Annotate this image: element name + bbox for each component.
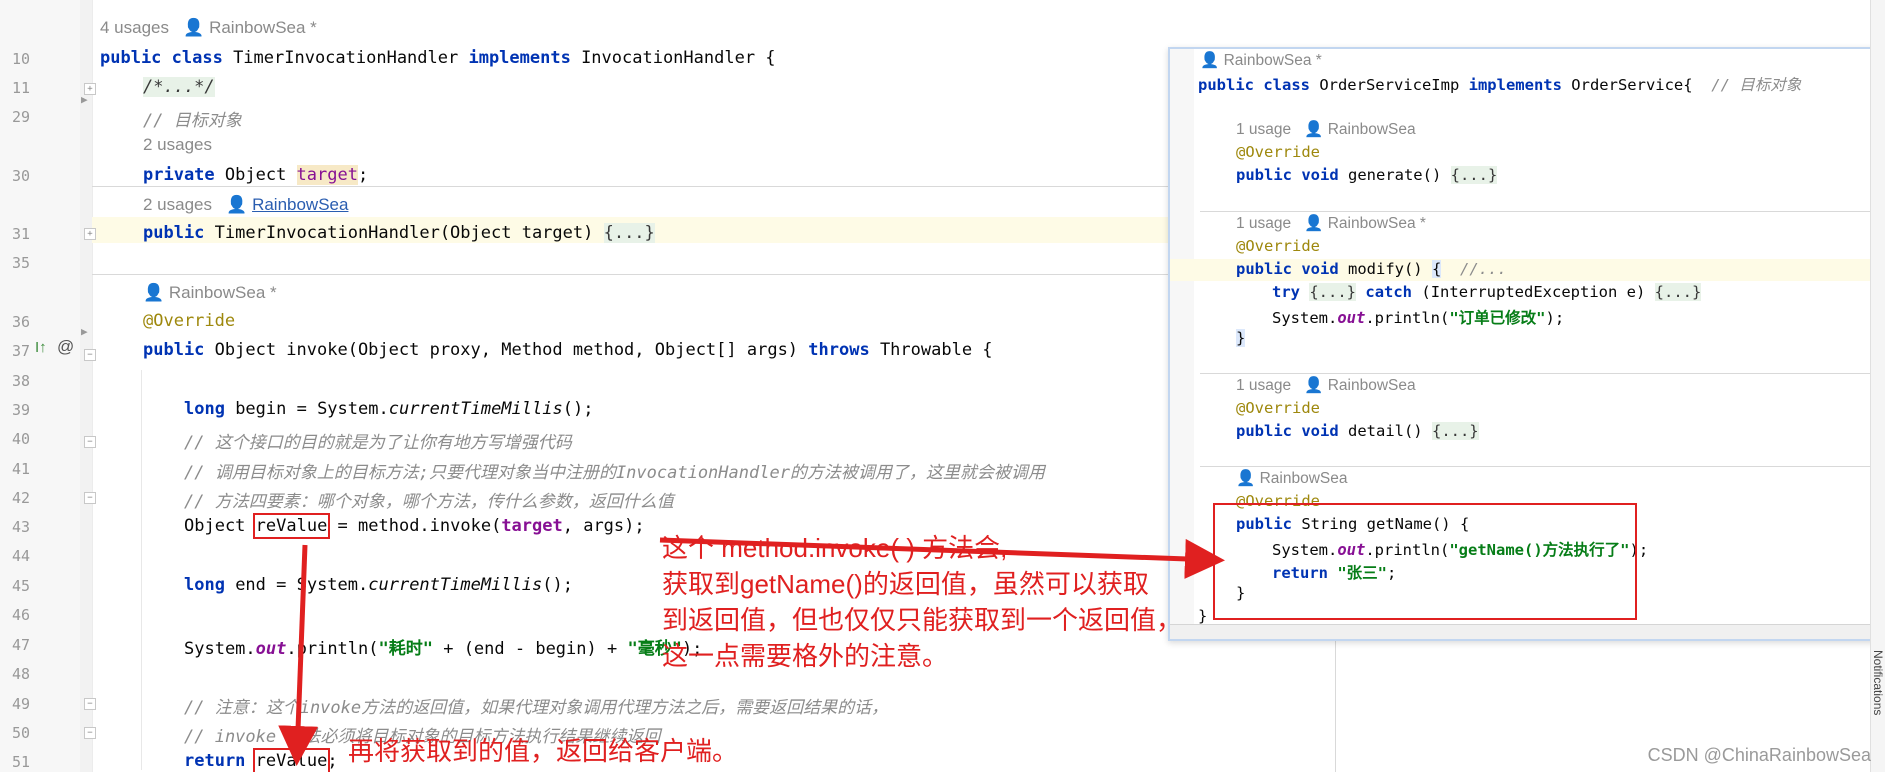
author-hint: 👤 RainbowSea *	[1200, 52, 1322, 69]
code-line-31[interactable]: public TimerInvocationHandler(Object tar…	[143, 223, 655, 243]
line-number[interactable]: 39	[0, 401, 30, 419]
revalue-return-variable[interactable]: reValue	[252, 748, 331, 772]
popup-method-detail[interactable]: public void detail() {...}	[1236, 422, 1479, 440]
line-number[interactable]: 10	[0, 50, 30, 68]
indent-guide	[141, 370, 142, 770]
code-line-49[interactable]: // 注意：这个invoke方法的返回值，如果代理对象调用代理方法之后，需要返回…	[184, 693, 888, 718]
notifications-tab[interactable]: Notifications	[1870, 650, 1885, 715]
fold-toggle-icon[interactable]: −	[84, 698, 96, 710]
return-to-client-note: 再将获取到的值，返回给客户端。	[348, 736, 739, 766]
line-number[interactable]: 46	[0, 606, 30, 624]
line-number[interactable]: 45	[0, 577, 30, 595]
getname-highlight-box	[1213, 503, 1637, 620]
popup-close-brace: }	[1236, 329, 1246, 347]
code-line-40[interactable]: // 这个接口的目的就是为了让你有地方写增强代码	[184, 428, 572, 453]
author-link[interactable]: RainbowSea	[252, 195, 348, 214]
fold-toggle-icon[interactable]: +	[84, 228, 96, 240]
code-line-51[interactable]: return reValue;	[184, 748, 338, 772]
line-number[interactable]: 35	[0, 254, 30, 272]
line-number[interactable]: 51	[0, 753, 30, 771]
code-line-36[interactable]: @Override	[143, 311, 235, 331]
fold-arrow-icon[interactable]: ▶	[81, 325, 88, 338]
watermark: CSDN @ChinaRainbowSea	[1647, 745, 1871, 765]
code-line-37[interactable]: public Object invoke(Object proxy, Metho…	[143, 340, 993, 360]
code-line-10[interactable]: public class TimerInvocationHandler impl…	[100, 48, 776, 68]
code-line-42[interactable]: // 方法四要素：哪个对象，哪个方法，传什么参数，返回什么值	[184, 487, 674, 512]
line-number[interactable]: 31	[0, 225, 30, 243]
line-number[interactable]: 37	[0, 342, 30, 360]
usages-hint[interactable]: 1 usage 👤 RainbowSea	[1236, 120, 1416, 139]
line-number[interactable]: 43	[0, 518, 30, 536]
line-number[interactable]: 11	[0, 79, 30, 97]
line-number[interactable]: 41	[0, 460, 30, 478]
author-hint: 👤 RainbowSea *	[143, 283, 277, 302]
popup-method-modify[interactable]: public void modify() { //...	[1236, 260, 1507, 278]
annotation-gutter-icon[interactable]: @	[57, 337, 74, 357]
code-line-41[interactable]: // 调用目标对象上的目标方法;只要代理对象当中注册的InvocationHan…	[184, 458, 1045, 483]
code-line-30[interactable]: private Object target;	[143, 165, 368, 185]
author-hint: 👤 RainbowSea	[1236, 470, 1348, 487]
fold-toggle-icon[interactable]: −	[84, 727, 96, 739]
invoke-explanation-callout: 这个 method.invoke( ) 方法会, 获取到getName()的返回…	[662, 533, 1183, 671]
line-number[interactable]: 42	[0, 489, 30, 507]
code-line-43[interactable]: Object reValue = method.invoke(target, a…	[184, 513, 645, 539]
line-number[interactable]: 50	[0, 724, 30, 742]
line-number[interactable]: 30	[0, 167, 30, 185]
member-separator	[1200, 373, 1885, 374]
popup-override: @Override	[1236, 399, 1320, 417]
popup-println-modify[interactable]: System.out.println("订单已修改");	[1272, 306, 1564, 328]
revalue-variable[interactable]: reValue	[252, 513, 331, 539]
folded-body[interactable]: {...}	[603, 223, 655, 243]
line-number[interactable]: 36	[0, 313, 30, 331]
usages-hint[interactable]: 2 usages	[143, 135, 212, 155]
fold-toggle-icon[interactable]: +	[84, 83, 96, 95]
line-number[interactable]: 29	[0, 108, 30, 126]
line-number[interactable]: 40	[0, 430, 30, 448]
folded-comment[interactable]: /*...*/	[143, 77, 215, 97]
line-number[interactable]: 49	[0, 695, 30, 713]
usages-hint[interactable]: 1 usage 👤 RainbowSea	[1236, 376, 1416, 395]
popup-toolbar[interactable]	[1170, 624, 1885, 639]
code-line-45[interactable]: long end = System.currentTimeMillis();	[184, 575, 573, 595]
author-hint: 👤 RainbowSea *	[183, 18, 317, 37]
member-separator	[1200, 211, 1885, 212]
member-separator	[1200, 466, 1885, 467]
line-number[interactable]: 48	[0, 665, 30, 683]
editor-divider	[1335, 636, 1336, 772]
usages-hint[interactable]: 1 usage 👤 RainbowSea *	[1236, 214, 1426, 233]
line-number[interactable]: 38	[0, 372, 30, 390]
fold-strip	[80, 0, 92, 772]
code-line-39[interactable]: long begin = System.currentTimeMillis();	[184, 399, 593, 419]
fold-toggle-icon[interactable]: −	[84, 436, 96, 448]
popup-method-generate[interactable]: public void generate() {...}	[1236, 166, 1498, 184]
popup-try-catch[interactable]: try {...} catch (InterruptedException e)…	[1272, 283, 1702, 301]
fold-toggle-icon[interactable]: −	[84, 492, 96, 504]
implements-gutter-icon[interactable]: I↑	[35, 339, 47, 356]
line-number[interactable]: 44	[0, 547, 30, 565]
popup-override: @Override	[1236, 237, 1320, 255]
popup-override: @Override	[1236, 143, 1320, 161]
code-line-29[interactable]: // 目标对象	[143, 106, 242, 131]
popup-class-close: }	[1198, 607, 1208, 625]
usages-hint[interactable]: 4 usages 👤 RainbowSea *	[100, 18, 317, 38]
popup-class-header[interactable]: public class OrderServiceImp implements …	[1198, 73, 1801, 95]
line-number[interactable]: 47	[0, 636, 30, 654]
usages-hint[interactable]: 2 usages 👤 RainbowSea	[143, 195, 348, 215]
code-line-47[interactable]: System.out.println("耗时" + (end - begin) …	[184, 634, 702, 659]
fold-toggle-icon[interactable]: −	[84, 349, 96, 361]
code-line-11[interactable]: /*...*/	[143, 77, 215, 97]
